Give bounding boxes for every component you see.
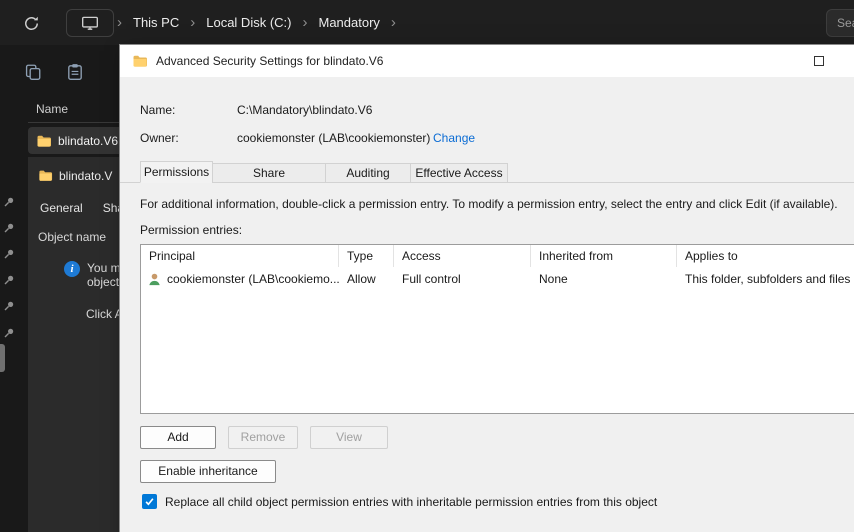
enable-inheritance-button[interactable]: Enable inheritance [140, 460, 276, 483]
permissions-info-text: For additional information, double-click… [140, 197, 838, 211]
file-list-column-name[interactable]: Name [36, 102, 68, 116]
chevron-right-icon: › [302, 14, 308, 31]
owner-label: Owner: [140, 131, 179, 145]
pin-icon [3, 222, 15, 234]
breadcrumb-local-disk-c[interactable]: Local Disk (C:) [196, 11, 301, 34]
name-value: C:\Mandatory\blindato.V6 [237, 103, 373, 117]
dialog-title: Advanced Security Settings for blindato.… [156, 54, 384, 68]
breadcrumb: › This PC › Local Disk (C:) › Mandatory … [116, 0, 397, 45]
change-owner-link[interactable]: Change [433, 131, 475, 145]
properties-tabs: General Sha [40, 201, 124, 215]
tab-permissions[interactable]: Permissions [140, 161, 213, 183]
permission-entries-table: Principal Type Access Inherited from App… [140, 244, 854, 414]
cell-type: Allow [347, 272, 376, 286]
monitor-icon [81, 14, 99, 32]
cell-principal: cookiemonster (LAB\cookiemo... [167, 272, 340, 286]
copy-icon[interactable] [24, 63, 44, 83]
object-name-label: Object name [38, 230, 107, 244]
owner-value: cookiemonster (LAB\cookiemonster) [237, 131, 431, 145]
add-button[interactable]: Add [140, 426, 216, 449]
table-header-row: Principal Type Access Inherited from App… [141, 245, 854, 267]
name-label: Name: [140, 103, 176, 117]
chevron-right-icon: › [190, 14, 196, 31]
breadcrumb-mandatory[interactable]: Mandatory [308, 11, 389, 34]
folder-icon [132, 53, 148, 69]
pin-icon [3, 327, 15, 339]
folder-icon [36, 133, 52, 149]
table-header-principal[interactable]: Principal [141, 245, 339, 267]
maximize-icon [814, 56, 824, 66]
dialog-titlebar[interactable]: Advanced Security Settings for blindato.… [120, 45, 854, 77]
file-item-label: blindato.V6 [58, 133, 119, 148]
cell-applies-to: This folder, subfolders and files [685, 272, 851, 286]
user-icon [147, 272, 162, 287]
table-row[interactable]: cookiemonster (LAB\cookiemo... Allow Ful… [141, 267, 854, 291]
tab-general[interactable]: General [40, 201, 83, 215]
advanced-security-dialog: Advanced Security Settings for blindato.… [120, 45, 854, 532]
refresh-icon [23, 15, 40, 32]
this-pc-button[interactable] [66, 9, 114, 37]
file-item-blindato[interactable]: blindato.V6 [28, 127, 120, 154]
chevron-right-icon: › [390, 14, 396, 31]
refresh-button[interactable] [20, 12, 42, 34]
chevron-right-icon: › [117, 14, 122, 31]
replace-permissions-row: Replace all child object permission entr… [142, 494, 657, 509]
list-divider [28, 122, 120, 123]
tab-effective-access[interactable]: Effective Access [410, 163, 508, 183]
table-header-inherited-from[interactable]: Inherited from [531, 245, 677, 267]
search-text: Sea [837, 16, 854, 30]
table-header-access[interactable]: Access [394, 245, 531, 267]
screen: › This PC › Local Disk (C:) › Mandatory … [0, 0, 854, 532]
remove-button[interactable]: Remove [228, 426, 298, 449]
replace-permissions-label[interactable]: Replace all child object permission entr… [165, 495, 657, 509]
pin-icon [3, 300, 15, 312]
scrollbar-thumb[interactable] [0, 344, 5, 372]
breadcrumb-this-pc[interactable]: This PC [123, 11, 189, 34]
tab-share[interactable]: Share [212, 163, 326, 183]
replace-permissions-checkbox[interactable] [142, 494, 157, 509]
maximize-button[interactable] [796, 45, 842, 77]
properties-title: blindato.V [59, 168, 113, 183]
paste-icon[interactable] [66, 63, 86, 83]
dialog-tabs: Permissions Share Auditing Effective Acc… [140, 161, 508, 183]
folder-icon [38, 168, 53, 183]
cell-access: Full control [402, 272, 461, 286]
tab-auditing[interactable]: Auditing [325, 163, 411, 183]
info-icon: i [64, 261, 80, 277]
pin-icon [3, 196, 15, 208]
permission-entries-label: Permission entries: [140, 223, 243, 237]
pin-icon [3, 248, 15, 260]
search-input[interactable]: Sea [826, 9, 854, 37]
table-header-type[interactable]: Type [339, 245, 394, 267]
table-header-applies-to[interactable]: Applies to [677, 245, 854, 267]
cell-inherited-from: None [539, 272, 568, 286]
explorer-topbar: › This PC › Local Disk (C:) › Mandatory … [0, 0, 854, 45]
view-button[interactable]: View [310, 426, 388, 449]
pin-icon [3, 274, 15, 286]
